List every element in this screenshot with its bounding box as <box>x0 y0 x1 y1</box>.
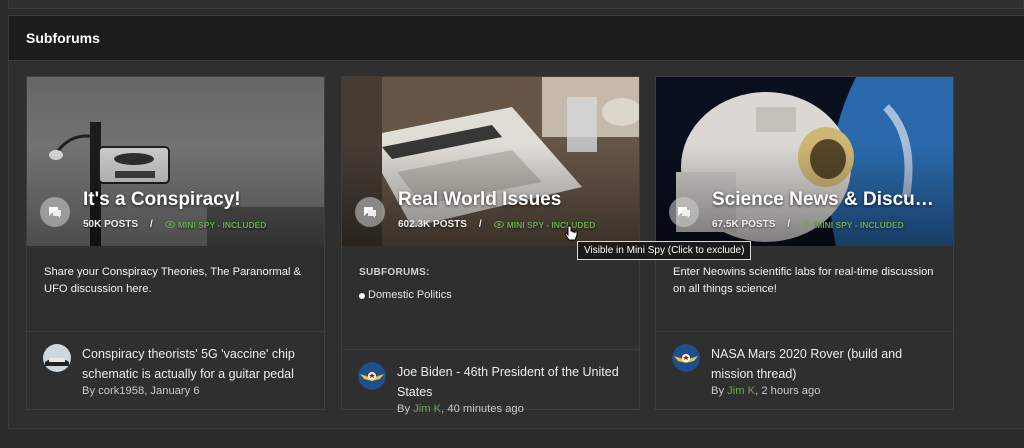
forum-title[interactable]: Real World Issues <box>398 189 561 211</box>
forum-title[interactable]: It's a Conspiracy! <box>83 189 241 211</box>
bullet-icon <box>359 292 365 299</box>
mini-spy-toggle[interactable]: MINI SPY - INCLUDED <box>493 220 595 230</box>
eye-icon <box>493 220 504 230</box>
forum-description: Share your Conspiracy Theories, The Para… <box>27 246 324 332</box>
forum-title[interactable]: Science News & Discuss... <box>712 189 944 211</box>
eye-icon <box>802 220 813 230</box>
latest-post-title[interactable]: Joe Biden - 46th President of the United… <box>397 362 625 402</box>
forum-banner[interactable]: It's a Conspiracy! 50K POSTS / MINI SPY … <box>27 77 324 246</box>
latest-post-byline: By Jim K, 40 minutes ago <box>397 403 524 415</box>
section-title: Subforums <box>9 16 1024 61</box>
mini-spy-toggle[interactable]: MINI SPY - INCLUDED <box>802 220 904 230</box>
top-bar <box>8 0 1024 9</box>
latest-post[interactable]: NASA Mars 2020 Rover (build and mission … <box>656 332 953 397</box>
comment-icon <box>40 197 70 227</box>
latest-post[interactable]: Conspiracy theorists' 5G 'vaccine' chip … <box>27 332 324 397</box>
forum-description: SUBFORUMS: Domestic Politics <box>342 264 639 350</box>
latest-post-title[interactable]: Conspiracy theorists' 5G 'vaccine' chip … <box>82 344 310 384</box>
latest-post-title[interactable]: NASA Mars 2020 Rover (build and mission … <box>711 344 939 384</box>
subforums-panel: Subforums It's a Conspiracy! 50K POSTS /… <box>8 15 1024 429</box>
avatar[interactable] <box>358 362 386 390</box>
author-link[interactable]: Jim K <box>413 403 441 415</box>
forum-banner[interactable]: Real World Issues 602.3K POSTS / MINI SP… <box>342 77 639 246</box>
cursor-hand-icon <box>564 225 578 248</box>
forum-meta: 50K POSTS / MINI SPY - INCLUDED <box>83 219 267 230</box>
mini-spy-toggle[interactable]: MINI SPY - INCLUDED <box>164 220 266 230</box>
eye-icon <box>164 220 175 230</box>
post-count: 50K POSTS <box>83 219 139 230</box>
subforum-link[interactable]: Domestic Politics <box>359 287 622 304</box>
latest-post[interactable]: Joe Biden - 46th President of the United… <box>342 350 639 415</box>
author-link[interactable]: cork1958 <box>98 385 144 397</box>
avatar[interactable] <box>672 344 700 372</box>
comment-icon <box>669 197 699 227</box>
author-link[interactable]: Jim K <box>727 385 755 397</box>
avatar[interactable] <box>43 344 71 372</box>
post-count: 67.5K POSTS <box>712 219 776 230</box>
comment-icon <box>355 197 385 227</box>
subforums-label: SUBFORUMS: <box>359 267 430 278</box>
forum-card-conspiracy[interactable]: It's a Conspiracy! 50K POSTS / MINI SPY … <box>26 76 325 410</box>
latest-post-byline: By Jim K, 2 hours ago <box>711 385 821 397</box>
forum-meta: 67.5K POSTS / MINI SPY - INCLUDED <box>712 219 904 230</box>
forum-banner[interactable]: Science News & Discuss... 67.5K POSTS / … <box>656 77 953 246</box>
latest-post-byline: By cork1958, January 6 <box>82 385 200 397</box>
post-count: 602.3K POSTS <box>398 219 467 230</box>
mini-spy-tooltip: Visible in Mini Spy (Click to exclude) <box>577 241 752 260</box>
